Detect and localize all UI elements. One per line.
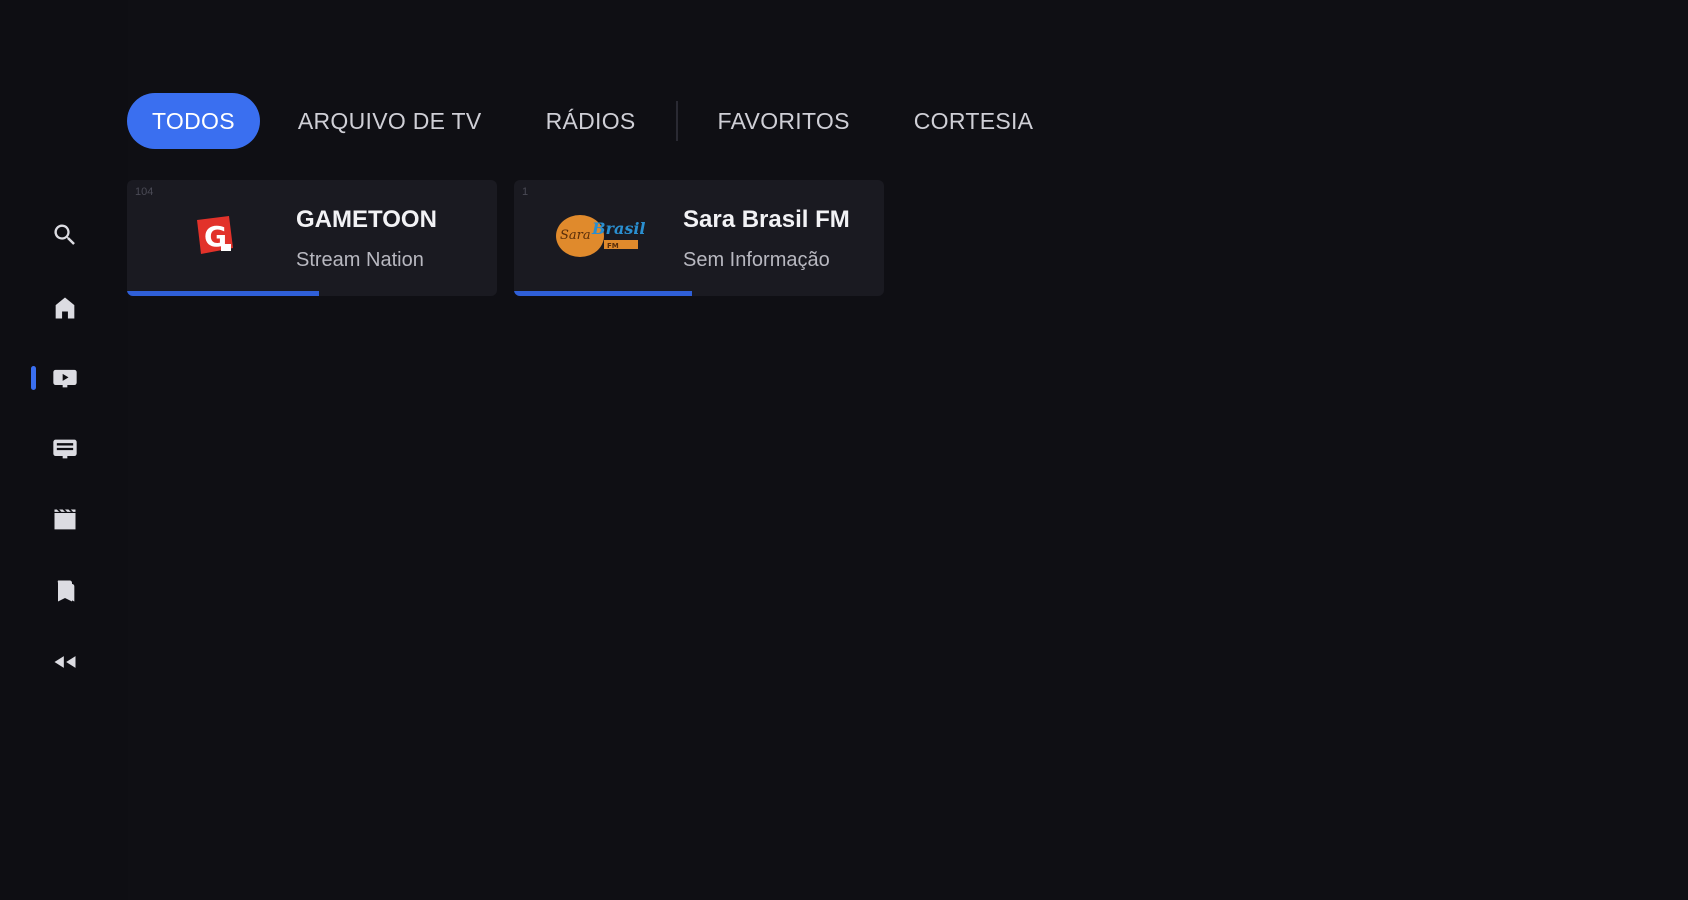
channel-subtitle: Stream Nation (296, 249, 424, 271)
channel-card-sara-brasil-fm[interactable]: 1 Sara Brasil FM (514, 180, 884, 296)
channel-card-gametoon[interactable]: 104 G (127, 180, 497, 296)
gametoon-logo: G (155, 204, 275, 268)
sara-brasil-fm-logo: Sara Brasil FM (542, 204, 662, 268)
nav-search[interactable] (40, 210, 90, 260)
channel-number: 104 (135, 186, 154, 198)
channel-number: 1 (522, 186, 529, 198)
active-nav-indicator (31, 366, 36, 390)
tab-arquivo-de-tv[interactable]: ARQUIVO DE TV (298, 93, 482, 149)
tab-divider (675, 101, 678, 141)
svg-text:Sara: Sara (560, 228, 591, 243)
nav-tv-channels[interactable] (40, 353, 90, 403)
nav-library[interactable] (40, 566, 90, 616)
channel-progress-bar (514, 291, 692, 296)
tab-cortesia[interactable]: CORTESIA (914, 93, 1034, 149)
tv-channel-icon (53, 369, 77, 388)
nav-movies[interactable] (40, 495, 90, 545)
sidebar (0, 0, 128, 900)
nav-guide[interactable] (40, 424, 90, 474)
svg-text:FM: FM (607, 242, 619, 250)
app-window: TODOS ARQUIVO DE TV RÁDIOS FAVORITOS COR… (0, 0, 1688, 900)
svg-text:Brasil: Brasil (591, 219, 645, 238)
home-icon (55, 297, 75, 319)
channel-subtitle: Sem Informação (683, 249, 830, 271)
tab-favoritos[interactable]: FAVORITOS (718, 93, 850, 149)
library-icon (57, 580, 75, 602)
tab-radios[interactable]: RÁDIOS (546, 93, 636, 149)
movies-icon (54, 509, 76, 530)
channel-title: Sara Brasil FM (683, 206, 850, 233)
nav-home[interactable] (40, 283, 90, 333)
nav-replay[interactable] (40, 637, 90, 687)
guide-icon (53, 439, 77, 459)
search-icon (54, 224, 75, 245)
channel-title: GAMETOON (296, 206, 437, 233)
channel-progress-bar (127, 291, 320, 296)
rewind-icon (54, 656, 76, 668)
tab-todos[interactable]: TODOS (127, 93, 260, 149)
category-tabs: TODOS ARQUIVO DE TV RÁDIOS FAVORITOS COR… (127, 93, 1033, 149)
